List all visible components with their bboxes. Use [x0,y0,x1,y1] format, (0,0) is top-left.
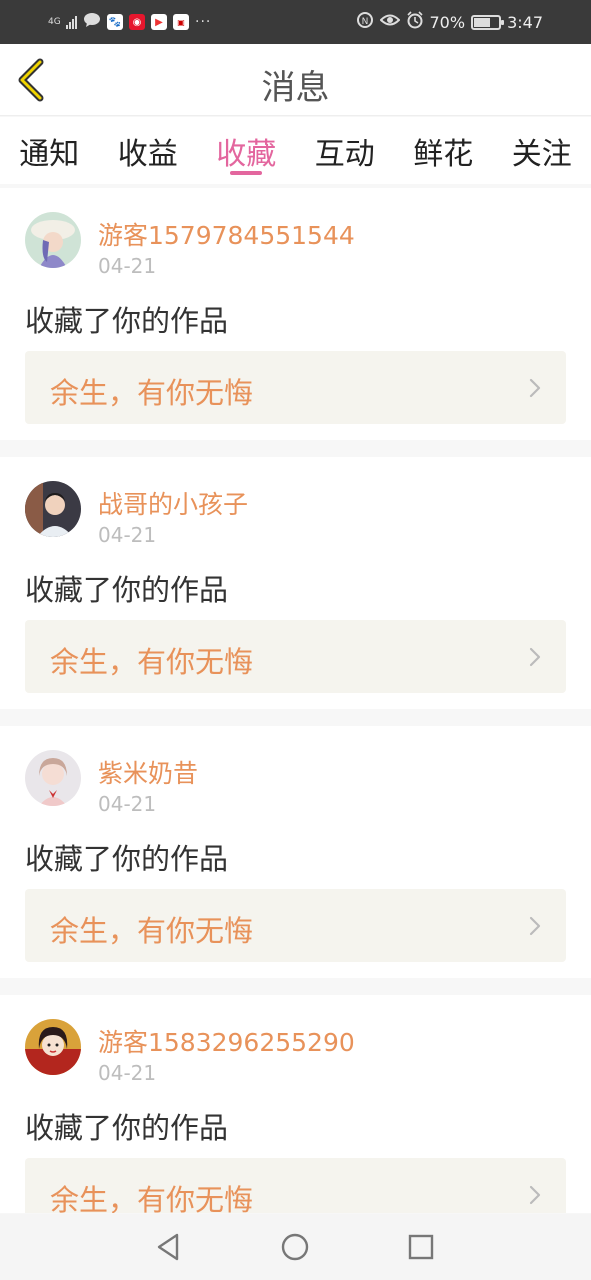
circle-home-icon [281,1233,309,1261]
work-link[interactable]: 余生，有你无悔 [25,351,566,424]
battery-percent: 70% [429,12,466,32]
data-saver-icon: N [356,11,374,33]
more-notifications-icon: ··· [195,14,212,30]
username[interactable]: 紫米奶昔 [98,754,198,790]
tab-label: 收藏 [216,137,277,172]
nav-home-button[interactable] [279,1231,311,1263]
tab-2[interactable]: 收藏 [197,117,296,184]
network-type: 4G [48,16,61,27]
chevron-right-icon [529,916,541,936]
chevron-right-icon [529,1185,541,1205]
message-feed[interactable]: 游客1579784551544 04-21 收藏了你的作品 余生，有你无悔 战哥的小孩子… [0,188,591,1213]
message-date: 04-21 [98,1061,157,1085]
tab-label: 通知 [19,137,80,172]
system-nav-bar [0,1214,591,1280]
weibo-app-icon: ◉ [129,14,145,30]
tab-label: 鲜花 [413,137,474,172]
work-title: 余生，有你无悔 [50,914,254,948]
avatar[interactable] [25,212,81,268]
avatar[interactable] [25,481,81,537]
svg-text:N: N [361,17,368,27]
triangle-back-icon [157,1233,179,1261]
tab-label: 互动 [314,137,375,172]
message-action: 收藏了你的作品 [25,304,229,338]
news-app-icon: ▣ [173,14,189,30]
eye-comfort-icon [379,12,400,32]
baidu-app-icon: 🐾 [107,14,123,30]
tab-1[interactable]: 收益 [99,117,198,184]
message-action: 收藏了你的作品 [25,1111,229,1145]
message-card: 游客1579784551544 04-21 收藏了你的作品余生，有你无悔 [0,188,591,440]
message-date: 04-21 [98,523,157,547]
message-action: 收藏了你的作品 [25,573,229,607]
work-title: 余生，有你无悔 [50,645,254,679]
message-app-icon [83,12,101,32]
message-date: 04-21 [98,792,157,816]
work-link[interactable]: 余生，有你无悔 [25,620,566,693]
work-title: 余生，有你无悔 [50,1183,254,1213]
avatar[interactable] [25,1019,81,1075]
work-title: 余生，有你无悔 [50,376,254,410]
tab-5[interactable]: 关注 [493,117,591,184]
tab-label: 关注 [511,137,572,172]
nav-back-button[interactable] [153,1231,185,1263]
avatar[interactable] [25,750,81,806]
clock-time: 3:47 [507,12,543,32]
message-card: 游客1583296255290 04-21 收藏了你的作品余生，有你无悔 [0,995,591,1213]
app-header: 消息 [0,44,591,116]
signal-icon [66,15,77,29]
tab-label: 收益 [117,137,178,172]
chevron-right-icon [529,647,541,667]
tab-3[interactable]: 互动 [296,117,395,184]
nav-recents-button[interactable] [405,1231,437,1263]
status-bar: 4G 🐾 ◉ ▶ ▣ ··· N 70% 3:47 [0,0,591,44]
tab-0[interactable]: 通知 [0,117,99,184]
video-app-icon: ▶ [151,14,167,30]
work-link[interactable]: 余生，有你无悔 [25,1158,566,1213]
message-tabs: 通知 收益 收藏 互动 鲜花 关注 [0,117,591,184]
work-link[interactable]: 余生，有你无悔 [25,889,566,962]
battery-icon [471,14,505,30]
username[interactable]: 战哥的小孩子 [98,485,248,521]
message-card: 战哥的小孩子 04-21 收藏了你的作品余生，有你无悔 [0,457,591,709]
message-card: 紫米奶昔 04-21 收藏了你的作品余生，有你无悔 [0,726,591,978]
username[interactable]: 游客1579784551544 [98,216,355,252]
username[interactable]: 游客1583296255290 [98,1023,355,1059]
status-right: N 70% 3:47 [356,10,543,34]
message-date: 04-21 [98,254,157,278]
message-action: 收藏了你的作品 [25,842,229,876]
active-tab-indicator [230,171,263,175]
chevron-right-icon [529,378,541,398]
alarm-icon [406,11,424,33]
page-title: 消息 [261,68,330,108]
square-recents-icon [408,1234,434,1260]
tab-4[interactable]: 鲜花 [394,117,493,184]
status-left: 4G 🐾 ◉ ▶ ▣ ··· [48,12,211,32]
